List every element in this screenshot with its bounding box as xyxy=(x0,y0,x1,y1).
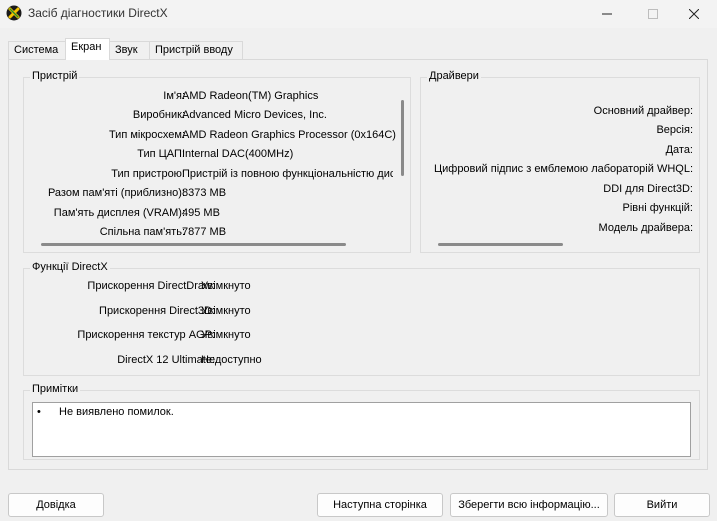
device-type-value: Пристрій із повною функціональністю дисп xyxy=(182,168,393,180)
maximize-icon xyxy=(648,9,658,19)
tab-display[interactable]: Екран xyxy=(65,38,110,60)
tab-sound[interactable]: Звук xyxy=(109,41,150,60)
tab-input[interactable]: Пристрій вводу xyxy=(149,41,243,60)
tab-bar: Система Екран Звук Пристрій вводу xyxy=(8,38,708,60)
tab-label: Звук xyxy=(115,44,138,56)
manufacturer-label: Виробник: xyxy=(132,109,185,121)
notes-list-item: • Не виявлено помилок. xyxy=(37,406,174,418)
total-memory-label: Разом пам'яті (приблизно): xyxy=(47,187,185,199)
display-tab-page: Пристрій Ім'я: AMD Radeon(TM) Graphics В… xyxy=(8,59,708,470)
total-memory-value: 8373 MB xyxy=(182,187,227,199)
bullet-icon: • xyxy=(37,406,41,418)
whql-label: Цифровий підпис з емблемою лабораторій W… xyxy=(433,163,693,175)
driver-date-label: Дата: xyxy=(665,144,693,156)
chip-type-label: Тип мікросхем: xyxy=(108,129,185,141)
device-group-title: Пристрій xyxy=(30,70,80,82)
driver-version-label: Версія: xyxy=(656,124,693,136)
tab-system[interactable]: Система xyxy=(8,41,66,60)
dx12-ultimate-value: Недоступно xyxy=(201,354,262,366)
next-page-button[interactable]: Наступна сторінка xyxy=(317,493,443,517)
main-driver-label: Основний драйвер: xyxy=(593,105,693,117)
tab-label: Система xyxy=(14,44,59,56)
save-all-info-button[interactable]: Зберегти всю інформацію... xyxy=(450,493,608,517)
direct3d-label: Прискорення Direct3D: xyxy=(99,305,215,317)
drivers-group: Драйвери Основний драйвер: Версія: Дата:… xyxy=(420,70,700,253)
ddi-label: DDI для Direct3D: xyxy=(603,183,693,195)
agp-value: Увімкнуто xyxy=(201,329,251,341)
vram-value: 495 MB xyxy=(182,207,220,219)
directdraw-label: Прискорення DirectDraw: xyxy=(87,280,215,292)
shared-memory-label: Спільна пам'ять: xyxy=(99,226,185,238)
notes-item-text: Не виявлено помилок. xyxy=(59,406,174,418)
directx-features-group: Функції DirectX Прискорення DirectDraw: … xyxy=(23,261,700,376)
maximize-button xyxy=(630,0,676,28)
device-horizontal-scrollbar[interactable] xyxy=(41,243,346,246)
tab-label: Екран xyxy=(71,41,102,53)
shared-memory-value: 7877 MB xyxy=(182,226,227,238)
window-title: Засіб діагностики DirectX xyxy=(28,6,168,20)
direct3d-value: Увімкнуто xyxy=(201,305,251,317)
drivers-group-title: Драйвери xyxy=(427,70,481,82)
device-type-label: Тип пристрою: xyxy=(111,168,185,180)
close-button[interactable] xyxy=(671,0,717,28)
exit-button[interactable]: Вийти xyxy=(614,493,710,517)
notes-group-title: Примітки xyxy=(30,383,81,395)
tab-label: Пристрій вводу xyxy=(155,44,233,56)
minimize-icon xyxy=(602,13,612,15)
drivers-horizontal-scrollbar[interactable] xyxy=(438,243,563,246)
notes-textbox[interactable]: • Не виявлено помилок. xyxy=(32,402,691,457)
directx-x-icon xyxy=(6,5,22,21)
device-vertical-scrollbar[interactable] xyxy=(401,100,404,176)
close-icon xyxy=(689,9,699,19)
agp-label: Прискорення текстур AGP: xyxy=(77,329,215,341)
help-button[interactable]: Довідка xyxy=(8,493,104,517)
dac-type-label: Тип ЦАП: xyxy=(137,148,185,160)
manufacturer-value: Advanced Micro Devices, Inc. xyxy=(182,109,327,121)
directdraw-value: Увімкнуто xyxy=(201,280,251,292)
vram-label: Пам'ять дисплея (VRAM): xyxy=(53,207,185,219)
title-bar: Засіб діагностики DirectX xyxy=(0,0,717,28)
feature-levels-label: Рівні функцій: xyxy=(622,202,693,214)
dac-type-value: Internal DAC(400MHz) xyxy=(182,148,294,160)
notes-group: Примітки • Не виявлено помилок. xyxy=(23,383,700,460)
minimize-button[interactable] xyxy=(584,0,630,28)
driver-model-label: Модель драйвера: xyxy=(598,222,693,234)
device-group: Пристрій Ім'я: AMD Radeon(TM) Graphics В… xyxy=(23,70,411,253)
features-group-title: Функції DirectX xyxy=(30,261,110,273)
chip-type-value: AMD Radeon Graphics Processor (0x164C) xyxy=(182,129,396,141)
device-name-value: AMD Radeon(TM) Graphics xyxy=(182,90,319,102)
